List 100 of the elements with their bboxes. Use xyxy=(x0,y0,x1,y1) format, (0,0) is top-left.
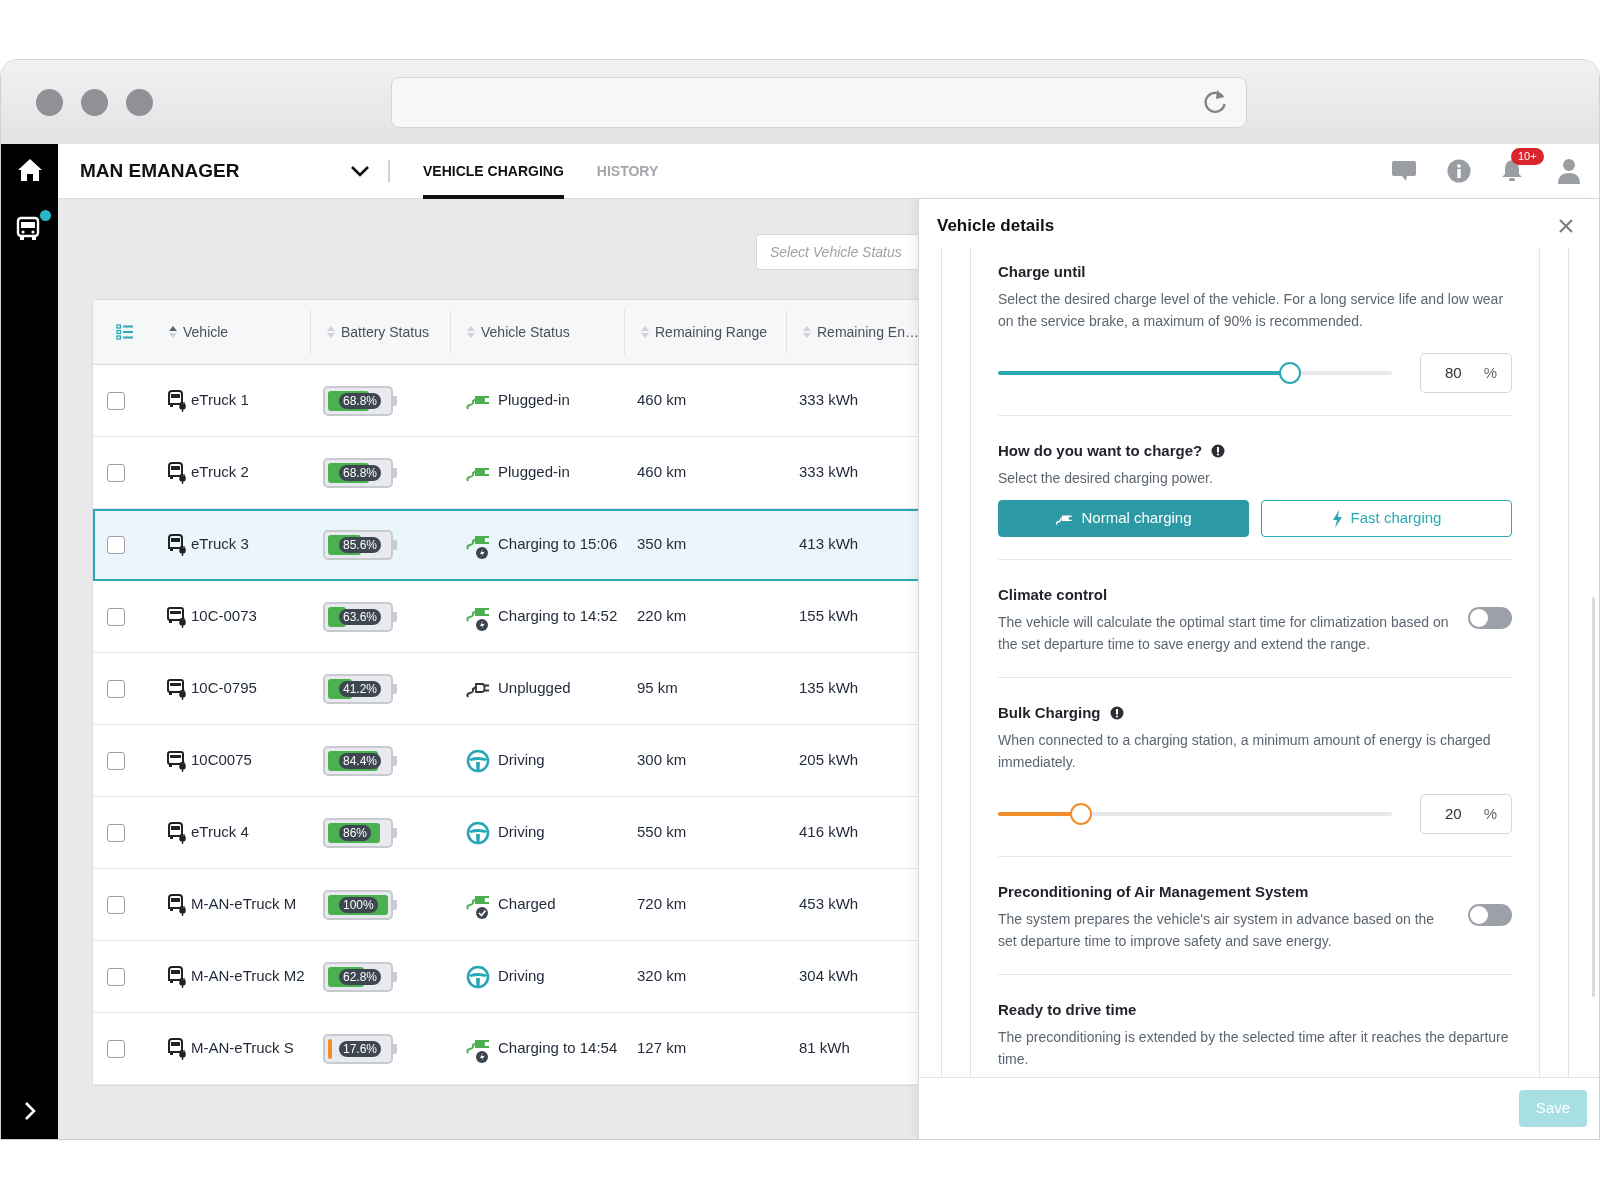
status-filter-field[interactable]: Select Vehicle Status xyxy=(756,234,918,270)
column-header[interactable]: Remaining Range xyxy=(655,321,768,343)
vehicle-status: Plugged-in xyxy=(498,390,570,411)
vehicle-status: Driving xyxy=(498,750,545,771)
toggle-switch[interactable] xyxy=(1468,904,1512,926)
slider[interactable] xyxy=(998,803,1392,825)
vehicle-name: 10C-0795 xyxy=(191,678,257,699)
vehicle-status: Charging to 14:54 xyxy=(498,1038,618,1059)
truck-icon xyxy=(167,965,187,988)
remaining-range: 460 km xyxy=(637,463,687,481)
remaining-range: 550 km xyxy=(637,823,687,841)
vehicle-name: 10C0075 xyxy=(191,750,252,771)
scrollbar[interactable] xyxy=(1592,597,1595,997)
remaining-energy: 155 kWh xyxy=(799,607,859,625)
panel-title: Vehicle details xyxy=(937,215,1055,238)
battery-percent: 85.6% xyxy=(339,536,382,553)
checkbox[interactable] xyxy=(107,823,125,842)
app-title: MAN EMANAGER xyxy=(80,158,241,183)
checkbox[interactable] xyxy=(107,751,125,770)
truck-icon xyxy=(167,1037,187,1060)
truck-icon xyxy=(167,821,187,844)
remaining-energy: 304 kWh xyxy=(799,967,859,985)
slider[interactable] xyxy=(998,362,1392,384)
vehicle-name: M-AN-eTruck M xyxy=(191,894,297,915)
vehicle-status: Plugged-in xyxy=(498,462,570,483)
checkbox[interactable] xyxy=(107,463,125,482)
battery-percent: 62.8% xyxy=(339,968,382,985)
checkbox[interactable] xyxy=(107,535,125,554)
vehicle-status: Driving xyxy=(498,966,545,987)
section-title: Bulk Charging xyxy=(998,702,1101,723)
steering-wheel-icon xyxy=(466,964,490,989)
checkbox[interactable] xyxy=(107,607,125,626)
battery-percent: 41.2% xyxy=(339,680,382,697)
section-description: Select the desired charge level of the vehicle. For a long service life and low wear on the service brake, a maximum of 90% is recommended. xyxy=(998,290,1505,331)
remaining-range: 350 km xyxy=(637,535,687,553)
chat-icon[interactable] xyxy=(1391,159,1417,183)
column-list-icon[interactable] xyxy=(116,324,134,340)
checkbox[interactable] xyxy=(107,391,125,410)
remaining-range: 320 km xyxy=(637,967,687,985)
checkbox[interactable] xyxy=(107,1039,125,1058)
slider-thumb[interactable] xyxy=(1278,362,1301,384)
remaining-energy: 135 kWh xyxy=(799,679,859,697)
remaining-range: 127 km xyxy=(637,1039,687,1057)
reload-icon[interactable] xyxy=(1202,88,1228,116)
sort-icon[interactable] xyxy=(169,325,177,339)
table-row[interactable]: eTruck 3 85.6% Charging to 15:06 350 km 413 kWh xyxy=(93,509,918,581)
vehicle-status: Driving xyxy=(498,822,545,843)
column-header[interactable]: Vehicle Status xyxy=(481,321,570,343)
vehicle-status: Charging to 14:52 xyxy=(498,606,618,627)
steering-wheel-icon xyxy=(466,748,490,773)
remaining-range: 460 km xyxy=(637,391,687,409)
window-button[interactable] xyxy=(36,88,63,116)
chevron-right-icon[interactable] xyxy=(22,1101,37,1121)
user-icon[interactable] xyxy=(1557,158,1581,184)
remaining-energy: 333 kWh xyxy=(799,463,859,481)
percent-field[interactable]: 80 % xyxy=(1420,353,1512,393)
column-header[interactable]: Vehicle xyxy=(183,321,229,343)
remaining-energy: 453 kWh xyxy=(799,895,859,913)
remaining-energy: 416 kWh xyxy=(799,823,859,841)
home-icon[interactable] xyxy=(16,158,43,182)
toggle-switch[interactable] xyxy=(1468,607,1512,629)
info-icon[interactable] xyxy=(1211,444,1226,458)
section-title: Preconditioning of Air Management System xyxy=(998,881,1309,902)
column-header[interactable]: Battery Status xyxy=(341,321,429,343)
checkbox[interactable] xyxy=(107,967,125,986)
section-description: The vehicle will calculate the optimal start time for climatization based on the set departure time to save energy and extend the range. xyxy=(998,613,1450,654)
section-title: Climate control xyxy=(998,584,1108,605)
chevron-down-icon[interactable] xyxy=(350,164,370,178)
truck-icon xyxy=(167,461,187,484)
close-icon[interactable] xyxy=(1559,219,1573,233)
checkbox[interactable] xyxy=(107,679,125,698)
vehicle-name: M-AN-eTruck S xyxy=(191,1038,294,1059)
remaining-energy: 413 kWh xyxy=(799,535,859,553)
remaining-energy: 333 kWh xyxy=(799,391,859,409)
slider-thumb[interactable] xyxy=(1069,803,1092,825)
vehicle-name: eTruck 3 xyxy=(191,534,249,555)
section-description: Select the desired charging power. xyxy=(998,469,1214,488)
vehicle-name: eTruck 2 xyxy=(191,462,249,483)
truck-icon xyxy=(167,893,187,916)
vehicle-name: M-AN-eTruck M2 xyxy=(191,966,305,987)
info-icon[interactable] xyxy=(1109,706,1124,720)
column-header[interactable]: Remaining En… xyxy=(817,321,918,343)
vehicle-name: eTruck 1 xyxy=(191,390,249,411)
vehicle-name: 10C-0073 xyxy=(191,606,257,627)
truck-icon xyxy=(167,389,187,412)
bus-icon xyxy=(167,605,187,628)
bell-icon[interactable] xyxy=(1501,158,1523,182)
bus-icon xyxy=(167,677,187,700)
bus-icon xyxy=(167,749,187,772)
vehicle-status: Charged xyxy=(498,894,556,915)
remaining-energy: 205 kWh xyxy=(799,751,859,769)
section-description: The preconditioning is extended by the selected time after it reaches the departure time. xyxy=(998,1028,1510,1069)
section-title: How do you want to charge? xyxy=(998,440,1203,461)
percent-field[interactable]: 20 % xyxy=(1420,794,1512,834)
checkbox[interactable] xyxy=(107,895,125,914)
battery-percent: 63.6% xyxy=(339,608,382,625)
remaining-range: 300 km xyxy=(637,751,687,769)
window-button[interactable] xyxy=(126,88,153,116)
section-title: Ready to drive time xyxy=(998,999,1137,1020)
window-button[interactable] xyxy=(81,88,108,116)
